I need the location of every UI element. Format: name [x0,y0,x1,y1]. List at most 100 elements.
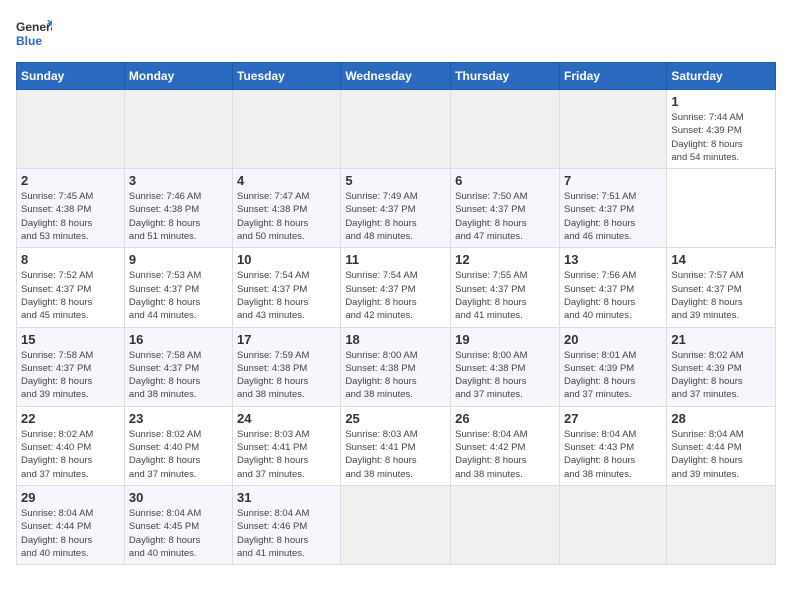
day-number: 8 [21,252,120,267]
table-cell: 30 Sunrise: 8:04 AMSunset: 4:45 PMDaylig… [124,485,232,564]
header-monday: Monday [124,63,232,90]
svg-text:General: General [16,20,52,34]
day-number: 26 [455,411,555,426]
day-number: 20 [564,332,662,347]
day-number: 4 [237,173,336,188]
table-cell [124,90,232,169]
table-cell: 20 Sunrise: 8:01 AMSunset: 4:39 PMDaylig… [559,327,666,406]
day-info: Sunrise: 8:04 AMSunset: 4:46 PMDaylight:… [237,507,336,560]
day-number: 19 [455,332,555,347]
day-info: Sunrise: 8:03 AMSunset: 4:41 PMDaylight:… [345,428,446,481]
day-info: Sunrise: 7:46 AMSunset: 4:38 PMDaylight:… [129,190,228,243]
table-cell: 25 Sunrise: 8:03 AMSunset: 4:41 PMDaylig… [341,406,451,485]
day-info: Sunrise: 7:49 AMSunset: 4:37 PMDaylight:… [345,190,446,243]
day-number: 6 [455,173,555,188]
day-info: Sunrise: 8:02 AMSunset: 4:40 PMDaylight:… [129,428,228,481]
day-info: Sunrise: 8:02 AMSunset: 4:40 PMDaylight:… [21,428,120,481]
table-cell: 9 Sunrise: 7:53 AMSunset: 4:37 PMDayligh… [124,248,232,327]
svg-text:Blue: Blue [16,34,42,48]
day-info: Sunrise: 8:04 AMSunset: 4:44 PMDaylight:… [671,428,771,481]
day-info: Sunrise: 7:45 AMSunset: 4:38 PMDaylight:… [21,190,120,243]
calendar-week-4: 15 Sunrise: 7:58 AMSunset: 4:37 PMDaylig… [17,327,776,406]
table-cell [559,90,666,169]
header-friday: Friday [559,63,666,90]
table-cell: 14 Sunrise: 7:57 AMSunset: 4:37 PMDaylig… [667,248,776,327]
table-cell: 22 Sunrise: 8:02 AMSunset: 4:40 PMDaylig… [17,406,125,485]
day-number: 27 [564,411,662,426]
page-header: General Blue [16,16,776,52]
table-cell: 17 Sunrise: 7:59 AMSunset: 4:38 PMDaylig… [233,327,341,406]
table-cell [233,90,341,169]
day-number: 13 [564,252,662,267]
table-cell [341,90,451,169]
calendar-table: Sunday Monday Tuesday Wednesday Thursday… [16,62,776,565]
day-number: 3 [129,173,228,188]
day-number: 18 [345,332,446,347]
table-cell: 24 Sunrise: 8:03 AMSunset: 4:41 PMDaylig… [233,406,341,485]
day-number: 30 [129,490,228,505]
calendar-header-row: Sunday Monday Tuesday Wednesday Thursday… [17,63,776,90]
day-number: 28 [671,411,771,426]
table-cell: 6 Sunrise: 7:50 AMSunset: 4:37 PMDayligh… [451,169,560,248]
day-info: Sunrise: 8:00 AMSunset: 4:38 PMDaylight:… [345,349,446,402]
table-cell: 18 Sunrise: 8:00 AMSunset: 4:38 PMDaylig… [341,327,451,406]
day-info: Sunrise: 8:00 AMSunset: 4:38 PMDaylight:… [455,349,555,402]
calendar-week-5: 22 Sunrise: 8:02 AMSunset: 4:40 PMDaylig… [17,406,776,485]
table-cell: 29 Sunrise: 8:04 AMSunset: 4:44 PMDaylig… [17,485,125,564]
table-cell: 3 Sunrise: 7:46 AMSunset: 4:38 PMDayligh… [124,169,232,248]
day-number: 14 [671,252,771,267]
table-cell: 1 Sunrise: 7:44 AMSunset: 4:39 PMDayligh… [667,90,776,169]
day-number: 2 [21,173,120,188]
day-info: Sunrise: 7:51 AMSunset: 4:37 PMDaylight:… [564,190,662,243]
table-cell: 31 Sunrise: 8:04 AMSunset: 4:46 PMDaylig… [233,485,341,564]
calendar-week-2: 2 Sunrise: 7:45 AMSunset: 4:38 PMDayligh… [17,169,776,248]
day-info: Sunrise: 7:53 AMSunset: 4:37 PMDaylight:… [129,269,228,322]
day-info: Sunrise: 7:59 AMSunset: 4:38 PMDaylight:… [237,349,336,402]
day-number: 23 [129,411,228,426]
table-cell: 28 Sunrise: 8:04 AMSunset: 4:44 PMDaylig… [667,406,776,485]
table-cell: 2 Sunrise: 7:45 AMSunset: 4:38 PMDayligh… [17,169,125,248]
day-info: Sunrise: 7:58 AMSunset: 4:37 PMDaylight:… [21,349,120,402]
table-cell: 4 Sunrise: 7:47 AMSunset: 4:38 PMDayligh… [233,169,341,248]
day-number: 5 [345,173,446,188]
table-cell [451,485,560,564]
day-number: 12 [455,252,555,267]
day-info: Sunrise: 7:52 AMSunset: 4:37 PMDaylight:… [21,269,120,322]
day-info: Sunrise: 8:04 AMSunset: 4:43 PMDaylight:… [564,428,662,481]
table-cell: 15 Sunrise: 7:58 AMSunset: 4:37 PMDaylig… [17,327,125,406]
day-info: Sunrise: 8:04 AMSunset: 4:42 PMDaylight:… [455,428,555,481]
day-number: 21 [671,332,771,347]
header-sunday: Sunday [17,63,125,90]
table-cell: 11 Sunrise: 7:54 AMSunset: 4:37 PMDaylig… [341,248,451,327]
table-cell: 8 Sunrise: 7:52 AMSunset: 4:37 PMDayligh… [17,248,125,327]
logo: General Blue [16,16,52,52]
table-cell: 7 Sunrise: 7:51 AMSunset: 4:37 PMDayligh… [559,169,666,248]
day-number: 16 [129,332,228,347]
day-number: 7 [564,173,662,188]
day-number: 17 [237,332,336,347]
table-cell: 10 Sunrise: 7:54 AMSunset: 4:37 PMDaylig… [233,248,341,327]
day-info: Sunrise: 7:54 AMSunset: 4:37 PMDaylight:… [237,269,336,322]
table-cell [341,485,451,564]
header-wednesday: Wednesday [341,63,451,90]
day-info: Sunrise: 7:54 AMSunset: 4:37 PMDaylight:… [345,269,446,322]
day-info: Sunrise: 8:02 AMSunset: 4:39 PMDaylight:… [671,349,771,402]
day-info: Sunrise: 7:47 AMSunset: 4:38 PMDaylight:… [237,190,336,243]
table-cell: 23 Sunrise: 8:02 AMSunset: 4:40 PMDaylig… [124,406,232,485]
day-info: Sunrise: 7:56 AMSunset: 4:37 PMDaylight:… [564,269,662,322]
table-cell: 19 Sunrise: 8:00 AMSunset: 4:38 PMDaylig… [451,327,560,406]
table-cell [559,485,666,564]
day-number: 29 [21,490,120,505]
day-number: 24 [237,411,336,426]
day-info: Sunrise: 8:04 AMSunset: 4:45 PMDaylight:… [129,507,228,560]
day-info: Sunrise: 7:50 AMSunset: 4:37 PMDaylight:… [455,190,555,243]
calendar-week-3: 8 Sunrise: 7:52 AMSunset: 4:37 PMDayligh… [17,248,776,327]
day-number: 1 [671,94,771,109]
table-cell: 26 Sunrise: 8:04 AMSunset: 4:42 PMDaylig… [451,406,560,485]
table-cell: 27 Sunrise: 8:04 AMSunset: 4:43 PMDaylig… [559,406,666,485]
table-cell [451,90,560,169]
day-number: 22 [21,411,120,426]
day-info: Sunrise: 8:03 AMSunset: 4:41 PMDaylight:… [237,428,336,481]
day-number: 31 [237,490,336,505]
day-info: Sunrise: 8:04 AMSunset: 4:44 PMDaylight:… [21,507,120,560]
